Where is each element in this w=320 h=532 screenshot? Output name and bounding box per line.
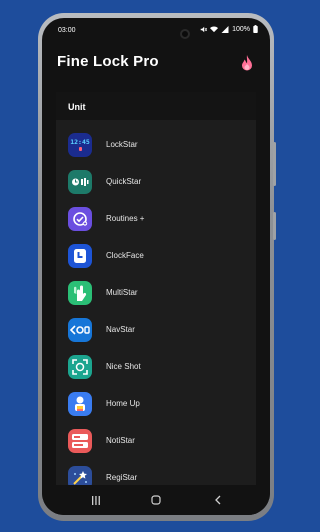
navstar-icon <box>68 317 92 342</box>
item-label: ClockFace <box>106 251 144 260</box>
list-item-navstar[interactable]: NavStar <box>56 311 256 348</box>
list-item-notistar[interactable]: NotiStar <box>56 422 256 459</box>
status-time: 03:00 <box>58 27 76 34</box>
signal-icon <box>221 25 229 33</box>
home-button[interactable] <box>146 493 166 507</box>
section-header: Unit <box>56 92 256 120</box>
item-label: Routines + <box>106 214 145 223</box>
list-item-home-up[interactable]: Home Up <box>56 385 256 422</box>
mute-icon <box>200 26 208 32</box>
app-bar: Fine Lock Pro <box>42 44 270 84</box>
battery-percent: 100% <box>232 25 250 33</box>
recents-icon <box>92 495 100 505</box>
item-label: QuickStar <box>106 177 142 186</box>
clockface-icon <box>68 243 92 268</box>
lockstar-clock-text: 12:45 <box>70 138 90 146</box>
battery-icon <box>253 25 258 33</box>
list-item-nice-shot[interactable]: Nice Shot <box>56 348 256 385</box>
flame-icon[interactable] <box>241 55 253 71</box>
status-bar: 03:00 100% <box>42 18 270 40</box>
homeup-icon <box>68 391 92 416</box>
niceshot-icon <box>68 354 92 379</box>
list-item-routines[interactable]: Routines + <box>56 200 256 237</box>
item-label: MultiStar <box>106 288 138 297</box>
item-label: LockStar <box>106 140 138 149</box>
item-label: NotiStar <box>106 436 135 445</box>
wifi-icon <box>210 26 219 32</box>
list-item-quickstar[interactable]: QuickStar <box>56 163 256 200</box>
list-item-multistar[interactable]: MultiStar <box>56 274 256 311</box>
item-label: Nice Shot <box>106 362 141 371</box>
back-icon <box>215 495 221 505</box>
system-nav-bar <box>42 485 270 515</box>
notistar-icon <box>68 428 92 453</box>
power-button <box>273 212 276 240</box>
back-button[interactable] <box>208 493 228 507</box>
phone-screen: 03:00 100% Fine Lock Pro Unit 12:45 Lock… <box>42 18 270 515</box>
recents-button[interactable] <box>86 493 106 507</box>
list-item-clockface[interactable]: ClockFace <box>56 237 256 274</box>
home-icon <box>151 495 161 505</box>
item-label: RegiStar <box>106 473 138 482</box>
volume-button <box>273 142 276 186</box>
list-item-lockstar[interactable]: 12:45 LockStar <box>56 126 256 163</box>
unit-section: Unit 12:45 LockStar QuickStar Routines +… <box>56 92 256 496</box>
multistar-icon <box>68 280 92 305</box>
app-title: Fine Lock Pro <box>57 53 159 70</box>
lockstar-icon: 12:45 <box>68 132 92 157</box>
routines-icon <box>68 206 92 231</box>
item-label: NavStar <box>106 325 135 334</box>
item-label: Home Up <box>106 399 140 408</box>
status-icons: 100% <box>200 25 258 33</box>
front-camera <box>180 29 190 39</box>
section-title: Unit <box>68 102 86 112</box>
quickstar-icon <box>68 169 92 194</box>
